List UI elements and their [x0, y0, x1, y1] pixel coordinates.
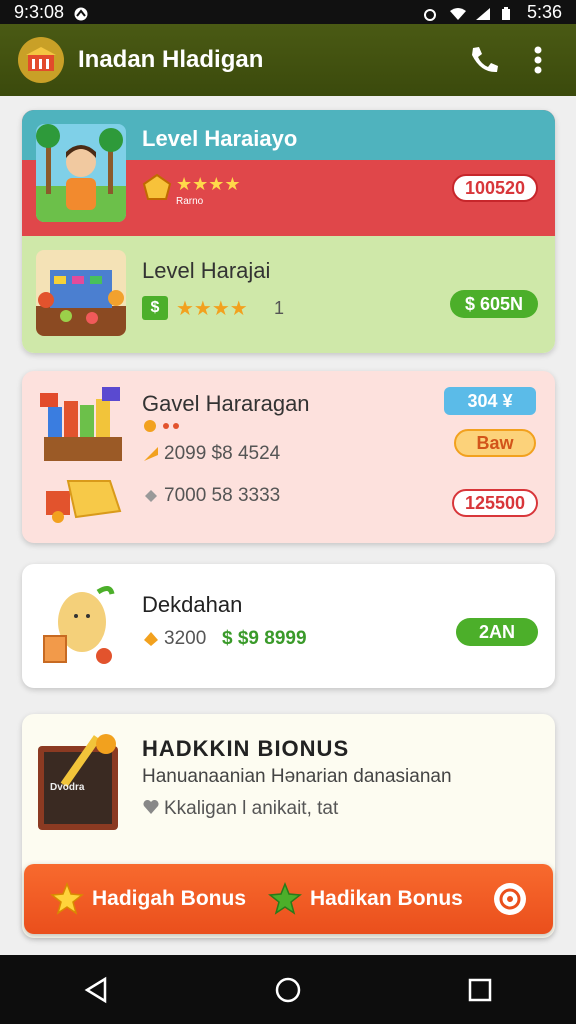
status-battery-time: 5:36: [526, 1, 562, 22]
level-1-sub-label: Rarno: [176, 196, 204, 207]
dekdahan-card[interactable]: Dekdahan 3200 $ $9 8999 2AN: [22, 564, 555, 688]
mango-drink-image: [40, 582, 120, 668]
recents-icon: [468, 978, 492, 1001]
hadikan-bonus-label: Hadikan Bonus: [310, 887, 463, 910]
gavel-line1: 2099 $8 4524: [164, 443, 281, 464]
bonus-heart-icon: [142, 798, 160, 816]
dekdahan-price: $ $9 8999: [222, 628, 307, 649]
gavel-orange-pill[interactable]: Baw: [454, 429, 536, 457]
bonus-board-label: Dvodra: [50, 782, 85, 793]
phone-button[interactable]: [464, 40, 504, 80]
more-vert-icon: [534, 46, 542, 74]
dekdahan-title: Dekdahan: [142, 592, 243, 617]
status-time: 9:3:08: [14, 1, 65, 22]
dekdahan-coin-icon: [142, 630, 160, 648]
level-card-2[interactable]: Level Harajai $ ★★★★ 1 $ 605N: [22, 236, 555, 353]
battery-icon: [501, 5, 519, 20]
gavel-line2: 7000 58 3333: [164, 485, 281, 506]
dekdahan-pill[interactable]: 2AN: [456, 618, 538, 646]
level-1-value-pill[interactable]: 100520: [452, 174, 538, 202]
level-1-badge-icon: [142, 172, 172, 202]
bonus-subtitle: Hanuanaanian Hənarian danasianan: [142, 766, 452, 787]
notification-icon: [72, 5, 90, 21]
level-2-thumbnail: [36, 250, 126, 336]
dekdahan-amount: 3200: [164, 628, 207, 649]
level-2-count: 1: [274, 298, 285, 318]
nav-home-button[interactable]: [266, 968, 310, 1012]
gavel-red-pill[interactable]: 125500: [452, 489, 538, 517]
shop-shelf-image: [40, 383, 126, 465]
home-icon: [275, 977, 301, 1002]
app-title: Inadan Hladigan: [78, 46, 264, 73]
nav-recents-button[interactable]: [458, 968, 502, 1012]
more-options-button[interactable]: [518, 40, 558, 80]
hadigah-bonus-label: Hadigah Bonus: [92, 887, 247, 910]
level-1-stars: ★★★★: [176, 174, 241, 194]
system-nav-bar: [0, 955, 576, 1024]
gold-star-icon: [50, 882, 84, 915]
phone-icon: [472, 47, 498, 73]
level-2-stars: ★★★★: [176, 298, 248, 320]
bonus-title: HADKKIN BIONUS: [142, 736, 350, 761]
gavel-blue-pill[interactable]: 304 ¥: [444, 387, 536, 415]
green-star-icon: [268, 882, 302, 915]
bonus-wheel-button[interactable]: [494, 883, 526, 915]
hadigah-bonus-button[interactable]: Hadigah Bonus: [50, 880, 246, 918]
gavel-line1-icon: [142, 445, 160, 463]
level-1-title: Level Haraiayo: [142, 126, 298, 151]
bonus-bar: Hadigah Bonus Hadikan Bonus: [24, 864, 553, 934]
level-2-title: Level Harajai: [142, 258, 271, 283]
nav-back-button[interactable]: [74, 968, 118, 1012]
spin-wheel-icon: [499, 888, 521, 910]
gavel-card[interactable]: Gavel Hararagan 2099 $8 4524 7000 58 333…: [22, 371, 555, 543]
level-1-thumbnail: [36, 124, 126, 222]
gavel-line2-icon: [142, 487, 160, 505]
signal-icon: [475, 5, 493, 20]
gavel-card-title: Gavel Hararagan: [142, 391, 310, 416]
bonus-note: Kkaligan l anikait, tat: [164, 798, 339, 819]
hadikan-bonus-button[interactable]: Hadikan Bonus: [268, 880, 463, 918]
level-card-group: Level Haraiayo ★★★★ Rarno 100520 Level H…: [22, 110, 555, 353]
status-bar: 9:3:08 5:36: [0, 0, 576, 24]
level-2-value-pill[interactable]: $ 605N: [450, 290, 538, 318]
app-logo-icon: [18, 37, 64, 83]
back-icon: [84, 976, 107, 1003]
gold-bars-image: [40, 471, 126, 525]
gavel-dots-icon: [142, 419, 212, 433]
level-card-1[interactable]: Level Haraiayo ★★★★ Rarno 100520: [22, 110, 555, 236]
wifi-icon: [449, 5, 467, 20]
alarm-icon: [423, 5, 441, 21]
app-bar: Inadan Hladigan: [0, 24, 576, 96]
level-2-dollar-badge: $: [142, 296, 168, 320]
